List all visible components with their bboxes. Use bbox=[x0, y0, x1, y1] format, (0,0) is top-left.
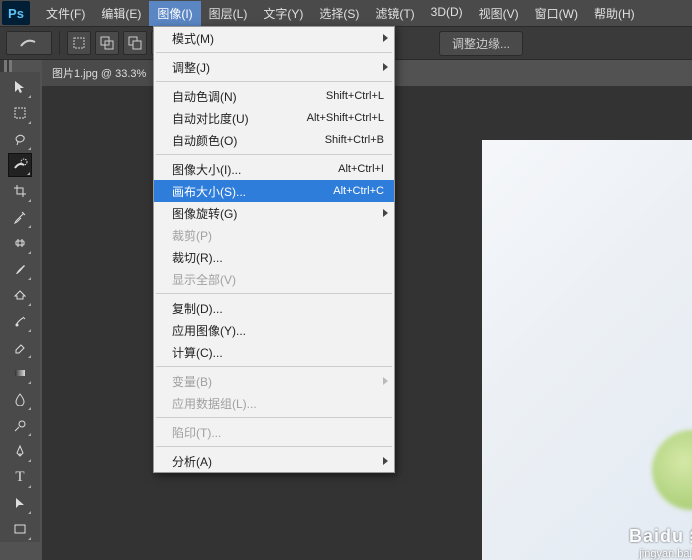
menu-3d[interactable]: 3D(D) bbox=[423, 1, 471, 26]
menu-filter[interactable]: 滤镜(T) bbox=[367, 1, 422, 26]
menu-separator bbox=[156, 446, 392, 447]
eraser-tool[interactable] bbox=[8, 335, 32, 359]
menu-item-label: 分析(A) bbox=[172, 453, 384, 470]
menu-item[interactable]: 模式(M) bbox=[154, 27, 394, 49]
menu-separator bbox=[156, 417, 392, 418]
menu-separator bbox=[156, 81, 392, 82]
watermark: Baidu 经验 jingyan.baidu.com bbox=[629, 522, 692, 560]
tool-preset-picker[interactable] bbox=[6, 31, 52, 55]
marquee-tool[interactable] bbox=[8, 101, 32, 125]
menu-item[interactable]: 自动颜色(O)Shift+Ctrl+B bbox=[154, 129, 394, 151]
dodge-tool[interactable] bbox=[8, 413, 32, 437]
document-canvas[interactable]: Baidu 经验 jingyan.baidu.com bbox=[482, 140, 692, 560]
submenu-arrow-icon bbox=[383, 209, 388, 217]
submenu-arrow-icon bbox=[383, 63, 388, 71]
quick-selection-tool[interactable] bbox=[8, 153, 32, 177]
menu-item: 裁剪(P) bbox=[154, 224, 394, 246]
menu-item[interactable]: 图像大小(I)...Alt+Ctrl+I bbox=[154, 158, 394, 180]
menu-item[interactable]: 图像旋转(G) bbox=[154, 202, 394, 224]
menu-item-shortcut: Shift+Ctrl+L bbox=[326, 90, 384, 102]
rectangle-tool[interactable] bbox=[8, 517, 32, 541]
app-logo: Ps bbox=[2, 1, 30, 25]
menu-item: 变量(B) bbox=[154, 370, 394, 392]
menu-type[interactable]: 文字(Y) bbox=[255, 1, 311, 26]
panel-grip[interactable] bbox=[0, 60, 12, 72]
crop-tool[interactable] bbox=[8, 179, 32, 203]
type-tool[interactable]: T bbox=[8, 465, 32, 489]
menu-item-label: 复制(D)... bbox=[172, 300, 384, 317]
eyedropper-tool[interactable] bbox=[8, 205, 32, 229]
gradient-tool[interactable] bbox=[8, 361, 32, 385]
menu-help[interactable]: 帮助(H) bbox=[586, 1, 643, 26]
clone-stamp-tool[interactable] bbox=[8, 283, 32, 307]
menu-item-label: 应用图像(Y)... bbox=[172, 322, 384, 339]
menu-separator bbox=[156, 154, 392, 155]
menu-view[interactable]: 视图(V) bbox=[471, 1, 527, 26]
menu-item-label: 应用数据组(L)... bbox=[172, 395, 384, 412]
pen-tool[interactable] bbox=[8, 439, 32, 463]
document-tab[interactable]: 图片1.jpg @ 33.3% bbox=[42, 60, 157, 86]
menu-item-label: 裁剪(P) bbox=[172, 227, 384, 244]
menu-item-label: 陷印(T)... bbox=[172, 424, 384, 441]
image-menu-dropdown: 模式(M)调整(J)自动色调(N)Shift+Ctrl+L自动对比度(U)Alt… bbox=[153, 26, 395, 473]
menubar: Ps 文件(F)编辑(E)图像(I)图层(L)文字(Y)选择(S)滤镜(T)3D… bbox=[0, 0, 692, 26]
menu-item-label: 裁切(R)... bbox=[172, 249, 384, 266]
menu-file[interactable]: 文件(F) bbox=[38, 1, 93, 26]
submenu-arrow-icon bbox=[383, 457, 388, 465]
menu-item[interactable]: 复制(D)... bbox=[154, 297, 394, 319]
menu-item[interactable]: 自动对比度(U)Alt+Shift+Ctrl+L bbox=[154, 107, 394, 129]
menu-item[interactable]: 分析(A) bbox=[154, 450, 394, 472]
opt-new-selection[interactable] bbox=[67, 31, 91, 55]
history-brush-tool[interactable] bbox=[8, 309, 32, 333]
submenu-arrow-icon bbox=[383, 34, 388, 42]
menu-separator bbox=[156, 366, 392, 367]
opt-subtract-selection[interactable] bbox=[123, 31, 147, 55]
move-tool[interactable] bbox=[8, 75, 32, 99]
menu-item[interactable]: 自动色调(N)Shift+Ctrl+L bbox=[154, 85, 394, 107]
refine-edge-button[interactable]: 调整边缘... bbox=[439, 31, 523, 56]
menu-item-label: 变量(B) bbox=[172, 373, 384, 390]
menu-item-shortcut: Alt+Shift+Ctrl+L bbox=[307, 112, 384, 124]
brush-tool[interactable] bbox=[8, 257, 32, 281]
menu-item-label: 计算(C)... bbox=[172, 344, 384, 361]
menu-item[interactable]: 计算(C)... bbox=[154, 341, 394, 363]
menu-item: 显示全部(V) bbox=[154, 268, 394, 290]
document-tabs: 图片1.jpg @ 33.3% bbox=[42, 60, 157, 86]
menu-item-shortcut: Alt+Ctrl+I bbox=[338, 163, 384, 175]
tools-panel: T bbox=[0, 72, 40, 542]
menu-item-label: 自动对比度(U) bbox=[172, 110, 307, 127]
menu-item-label: 画布大小(S)... bbox=[172, 183, 333, 200]
menu-item-label: 自动颜色(O) bbox=[172, 132, 325, 149]
opt-add-selection[interactable] bbox=[95, 31, 119, 55]
menu-separator bbox=[156, 293, 392, 294]
menu-item: 应用数据组(L)... bbox=[154, 392, 394, 414]
menu-item-label: 模式(M) bbox=[172, 30, 384, 47]
menu-window[interactable]: 窗口(W) bbox=[527, 1, 586, 26]
menu-select[interactable]: 选择(S) bbox=[311, 1, 367, 26]
menu-item-label: 自动色调(N) bbox=[172, 88, 326, 105]
menu-item-shortcut: Shift+Ctrl+B bbox=[325, 134, 384, 146]
menu-image[interactable]: 图像(I) bbox=[149, 1, 200, 26]
menu-item: 陷印(T)... bbox=[154, 421, 394, 443]
path-selection-tool[interactable] bbox=[8, 491, 32, 515]
menu-item-label: 显示全部(V) bbox=[172, 271, 384, 288]
healing-brush-tool[interactable] bbox=[8, 231, 32, 255]
menu-item[interactable]: 画布大小(S)...Alt+Ctrl+C bbox=[154, 180, 394, 202]
menu-item-label: 调整(J) bbox=[172, 59, 384, 76]
menu-edit[interactable]: 编辑(E) bbox=[93, 1, 149, 26]
menu-item-shortcut: Alt+Ctrl+C bbox=[333, 185, 384, 197]
menu-item[interactable]: 调整(J) bbox=[154, 56, 394, 78]
menu-item[interactable]: 裁切(R)... bbox=[154, 246, 394, 268]
menu-separator bbox=[156, 52, 392, 53]
lasso-tool[interactable] bbox=[8, 127, 32, 151]
menu-item[interactable]: 应用图像(Y)... bbox=[154, 319, 394, 341]
blur-tool[interactable] bbox=[8, 387, 32, 411]
menu-item-label: 图像大小(I)... bbox=[172, 161, 338, 178]
menu-item-label: 图像旋转(G) bbox=[172, 205, 384, 222]
submenu-arrow-icon bbox=[383, 377, 388, 385]
menu-layer[interactable]: 图层(L) bbox=[201, 1, 256, 26]
